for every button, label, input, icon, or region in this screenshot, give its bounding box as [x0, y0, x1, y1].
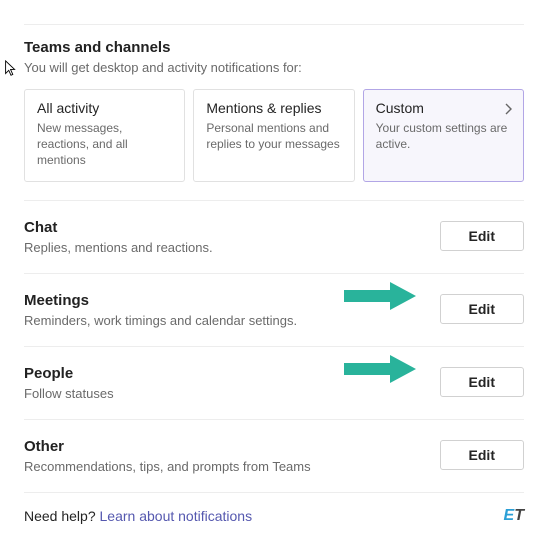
- watermark-t: T: [514, 507, 524, 524]
- card-desc: Your custom settings are active.: [376, 120, 511, 152]
- chat-desc: Replies, mentions and reactions.: [24, 240, 440, 255]
- teams-channels-cards: All activity New messages, reactions, an…: [24, 89, 524, 182]
- card-custom[interactable]: Custom Your custom settings are active.: [363, 89, 524, 182]
- other-title: Other: [24, 438, 440, 455]
- watermark-e: E: [504, 507, 515, 524]
- cursor-icon: [4, 60, 18, 78]
- help-line: Need help? Learn about notifications ET: [24, 493, 524, 525]
- other-desc: Recommendations, tips, and prompts from …: [24, 459, 440, 474]
- card-title: Custom: [376, 100, 511, 116]
- teams-channels-subtitle: You will get desktop and activity notifi…: [24, 60, 524, 75]
- section-people: People Follow statuses Edit: [24, 347, 524, 420]
- watermark-icon: ET: [504, 507, 524, 525]
- learn-about-notifications-link[interactable]: Learn about notifications: [100, 508, 253, 524]
- meetings-edit-button[interactable]: Edit: [440, 294, 524, 324]
- card-desc: Personal mentions and replies to your me…: [206, 120, 341, 152]
- chat-edit-button[interactable]: Edit: [440, 221, 524, 251]
- chat-title: Chat: [24, 219, 440, 236]
- section-other: Other Recommendations, tips, and prompts…: [24, 420, 524, 493]
- meetings-title: Meetings: [24, 292, 440, 309]
- section-chat: Chat Replies, mentions and reactions. Ed…: [24, 201, 524, 274]
- people-edit-button[interactable]: Edit: [440, 367, 524, 397]
- section-teams-channels: Teams and channels You will get desktop …: [24, 24, 524, 201]
- card-desc: New messages, reactions, and all mention…: [37, 120, 172, 169]
- people-title: People: [24, 365, 440, 382]
- teams-channels-title: Teams and channels: [24, 39, 524, 56]
- chevron-right-icon: [503, 102, 513, 118]
- card-title: Mentions & replies: [206, 100, 341, 116]
- meetings-desc: Reminders, work timings and calendar set…: [24, 313, 440, 328]
- other-edit-button[interactable]: Edit: [440, 440, 524, 470]
- section-meetings: Meetings Reminders, work timings and cal…: [24, 274, 524, 347]
- card-mentions-replies[interactable]: Mentions & replies Personal mentions and…: [193, 89, 354, 182]
- card-title: All activity: [37, 100, 172, 116]
- people-desc: Follow statuses: [24, 386, 440, 401]
- card-all-activity[interactable]: All activity New messages, reactions, an…: [24, 89, 185, 182]
- help-prefix: Need help?: [24, 508, 100, 524]
